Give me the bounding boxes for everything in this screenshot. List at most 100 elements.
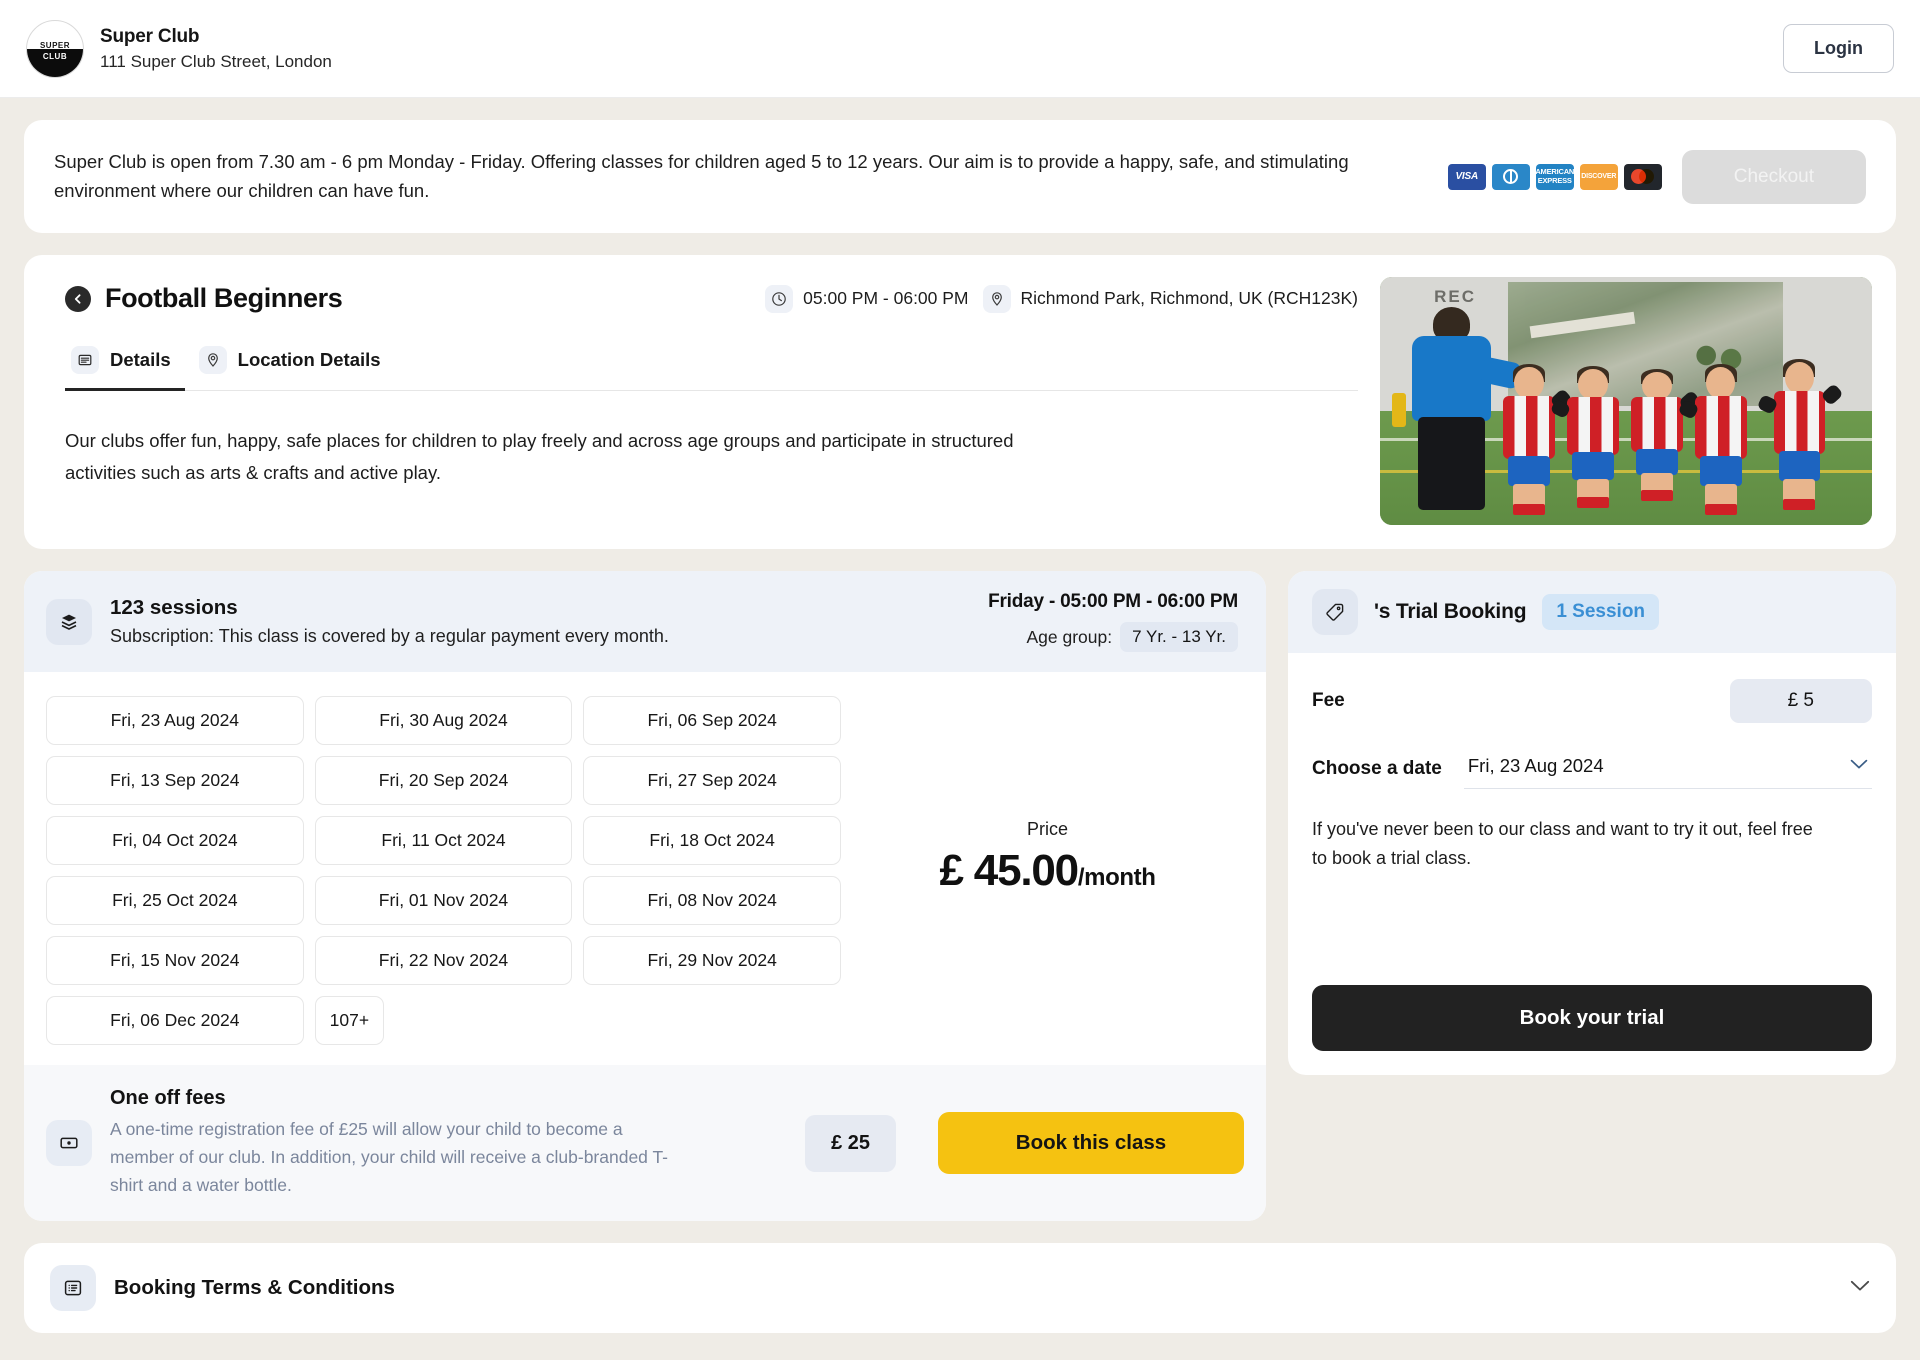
sessions-subscription-note: Subscription: This class is covered by a…: [110, 626, 669, 647]
club-logo: SUPER CLUB: [26, 19, 84, 78]
session-date-chip[interactable]: Fri, 27 Sep 2024: [583, 756, 841, 806]
page-title: Football Beginners: [105, 283, 343, 314]
logo-line1: SUPER: [39, 40, 71, 50]
map-pin-icon: [198, 346, 227, 375]
price-label: Price: [1026, 819, 1068, 840]
sessions-count: 123 sessions: [110, 596, 238, 620]
banknote-icon: [46, 1120, 92, 1167]
class-location: Richmond Park, Richmond, UK (RCH123K): [982, 284, 1358, 313]
trial-booking-card: 's Trial Booking 1 Session Fee £ 5 Choos…: [1288, 571, 1896, 1076]
class-time: 05:00 PM - 06:00 PM: [765, 284, 969, 313]
age-group-value: 7 Yr. - 13 Yr.: [1120, 622, 1238, 653]
document-icon: [71, 346, 99, 375]
price-amount: £ 45.00: [939, 846, 1080, 896]
trial-fee-row: Fee £ 5: [1312, 679, 1872, 724]
class-detail-card: Football Beginners 05:00 PM - 06:00 PM R…: [24, 255, 1896, 550]
diners-club-icon: [1491, 163, 1530, 190]
banner-text: Super Club is open from 7.30 am - 6 pm M…: [54, 151, 1349, 201]
club-address: 111 Super Club Street, London: [100, 51, 332, 71]
one-off-fee-amount: £ 25: [805, 1114, 896, 1172]
page-root: SUPER CLUB Super Club 111 Super Club Str…: [0, 0, 1920, 1360]
class-location-label: Richmond Park, Richmond, UK (RCH123K): [1020, 288, 1358, 309]
session-date-chip[interactable]: Fri, 20 Sep 2024: [314, 756, 573, 806]
sessions-info: 123 sessions Subscription: This class is…: [110, 596, 669, 647]
sessions-schedule: Friday - 05:00 PM - 06:00 PM: [988, 591, 1238, 613]
session-date-chip[interactable]: Fri, 30 Aug 2024: [314, 696, 573, 746]
info-banner: Super Club is open from 7.30 am - 6 pm M…: [24, 120, 1896, 234]
price-block: Price £ 45.00/month: [851, 696, 1244, 1045]
book-your-trial-button[interactable]: Book your trial: [1312, 985, 1872, 1052]
tab-details-label: Details: [110, 349, 171, 371]
price-value: £ 45.00/month: [940, 846, 1156, 896]
chevron-down-icon: [1850, 757, 1868, 775]
brand-text: Super Club 111 Super Club Street, London: [100, 26, 332, 72]
session-date-chip[interactable]: Fri, 06 Sep 2024: [583, 696, 841, 746]
list-icon: [50, 1265, 96, 1312]
session-date-chip[interactable]: Fri, 06 Dec 2024: [46, 996, 304, 1046]
sessions-header: 123 sessions Subscription: This class is…: [24, 571, 1266, 673]
session-date-chip[interactable]: Fri, 18 Oct 2024: [583, 816, 841, 866]
one-off-fees-text: One off fees A one-time registration fee…: [110, 1087, 685, 1199]
session-date-chip[interactable]: Fri, 11 Oct 2024: [314, 816, 573, 866]
one-off-fees-section: One off fees A one-time registration fee…: [24, 1065, 1266, 1222]
book-this-class-button[interactable]: Book this class: [938, 1112, 1244, 1175]
age-group-label: Age group:: [1026, 626, 1113, 647]
trial-note: If you've never been to our class and wa…: [1312, 819, 1813, 869]
trial-booking-header: 's Trial Booking 1 Session: [1288, 571, 1896, 654]
login-button[interactable]: Login: [1783, 24, 1894, 73]
layers-icon: [46, 598, 92, 645]
club-name: Super Club: [100, 25, 200, 47]
class-detail-left: Football Beginners 05:00 PM - 06:00 PM R…: [48, 277, 1358, 525]
chevron-down-icon[interactable]: [1850, 1279, 1870, 1297]
back-icon[interactable]: [65, 285, 91, 312]
tab-location-details-label: Location Details: [237, 349, 381, 371]
trial-date-label: Choose a date: [1312, 758, 1442, 780]
price-period: /month: [1077, 864, 1156, 892]
clock-icon: [765, 284, 794, 313]
trial-date-value: Fri, 23 Aug 2024: [1467, 755, 1604, 777]
trial-fee-value: £ 5: [1729, 679, 1872, 724]
checkout-button[interactable]: Checkout: [1681, 149, 1866, 204]
class-description: Our clubs offer fun, happy, safe places …: [65, 429, 1014, 484]
session-date-chip[interactable]: Fri, 29 Nov 2024: [583, 936, 841, 986]
tab-details[interactable]: Details: [65, 338, 185, 392]
sessions-card: 123 sessions Subscription: This class is…: [24, 571, 1266, 1222]
amex-icon: AMERICAN EXPRESS: [1535, 163, 1574, 190]
tab-location-details[interactable]: Location Details: [193, 338, 395, 391]
one-off-fees-title: One off fees: [110, 1087, 226, 1110]
session-date-chip[interactable]: Fri, 01 Nov 2024: [314, 876, 573, 926]
session-date-chip[interactable]: Fri, 13 Sep 2024: [46, 756, 304, 806]
one-off-fees-description: A one-time registration fee of £25 will …: [110, 1119, 669, 1196]
tag-icon: [1312, 589, 1358, 636]
booking-terms-title: Booking Terms & Conditions: [114, 1276, 395, 1300]
brand: SUPER CLUB Super Club 111 Super Club Str…: [26, 19, 332, 78]
mastercard-icon: [1623, 163, 1662, 190]
sessions-schedule-block: Friday - 05:00 PM - 06:00 PM Age group: …: [988, 591, 1238, 653]
class-detail-header: Football Beginners 05:00 PM - 06:00 PM R…: [48, 277, 1358, 316]
trial-booking-title: 's Trial Booking: [1374, 600, 1527, 624]
booking-terms-accordion[interactable]: Booking Terms & Conditions: [24, 1243, 1896, 1334]
visa-icon: VISA: [1447, 163, 1486, 190]
trial-booking-body: Fee £ 5 Choose a date Fri, 23 Aug 2024 I…: [1288, 653, 1896, 1075]
session-dates-grid: Fri, 23 Aug 2024 Fri, 30 Aug 2024 Fri, 0…: [46, 696, 841, 1046]
booking-row: 123 sessions Subscription: This class is…: [24, 571, 1896, 1222]
trial-fee-label: Fee: [1312, 690, 1345, 712]
session-date-chip[interactable]: Fri, 23 Aug 2024: [46, 696, 304, 746]
session-dates-more-button[interactable]: 107+: [314, 996, 385, 1046]
discover-icon: DISCOVER: [1579, 163, 1618, 190]
session-date-chip[interactable]: Fri, 22 Nov 2024: [314, 936, 573, 986]
detail-tabs: Details Location Details: [65, 338, 1358, 392]
session-date-chip[interactable]: Fri, 25 Oct 2024: [46, 876, 304, 926]
map-pin-icon: [982, 284, 1011, 313]
class-hero-image: REC R M: [1380, 277, 1872, 526]
coach-figure: [1391, 307, 1523, 511]
class-meta: 05:00 PM - 06:00 PM Richmond Park, Richm…: [765, 284, 1358, 313]
class-time-label: 05:00 PM - 06:00 PM: [803, 288, 969, 309]
session-date-chip[interactable]: Fri, 04 Oct 2024: [46, 816, 304, 866]
session-date-chip[interactable]: Fri, 08 Nov 2024: [583, 876, 841, 926]
age-group-row: Age group: 7 Yr. - 13 Yr.: [988, 622, 1238, 653]
trial-date-select[interactable]: Fri, 23 Aug 2024: [1463, 749, 1872, 790]
logo-line2: CLUB: [42, 51, 68, 61]
trial-session-badge: 1 Session: [1542, 594, 1660, 631]
session-date-chip[interactable]: Fri, 15 Nov 2024: [46, 936, 304, 986]
